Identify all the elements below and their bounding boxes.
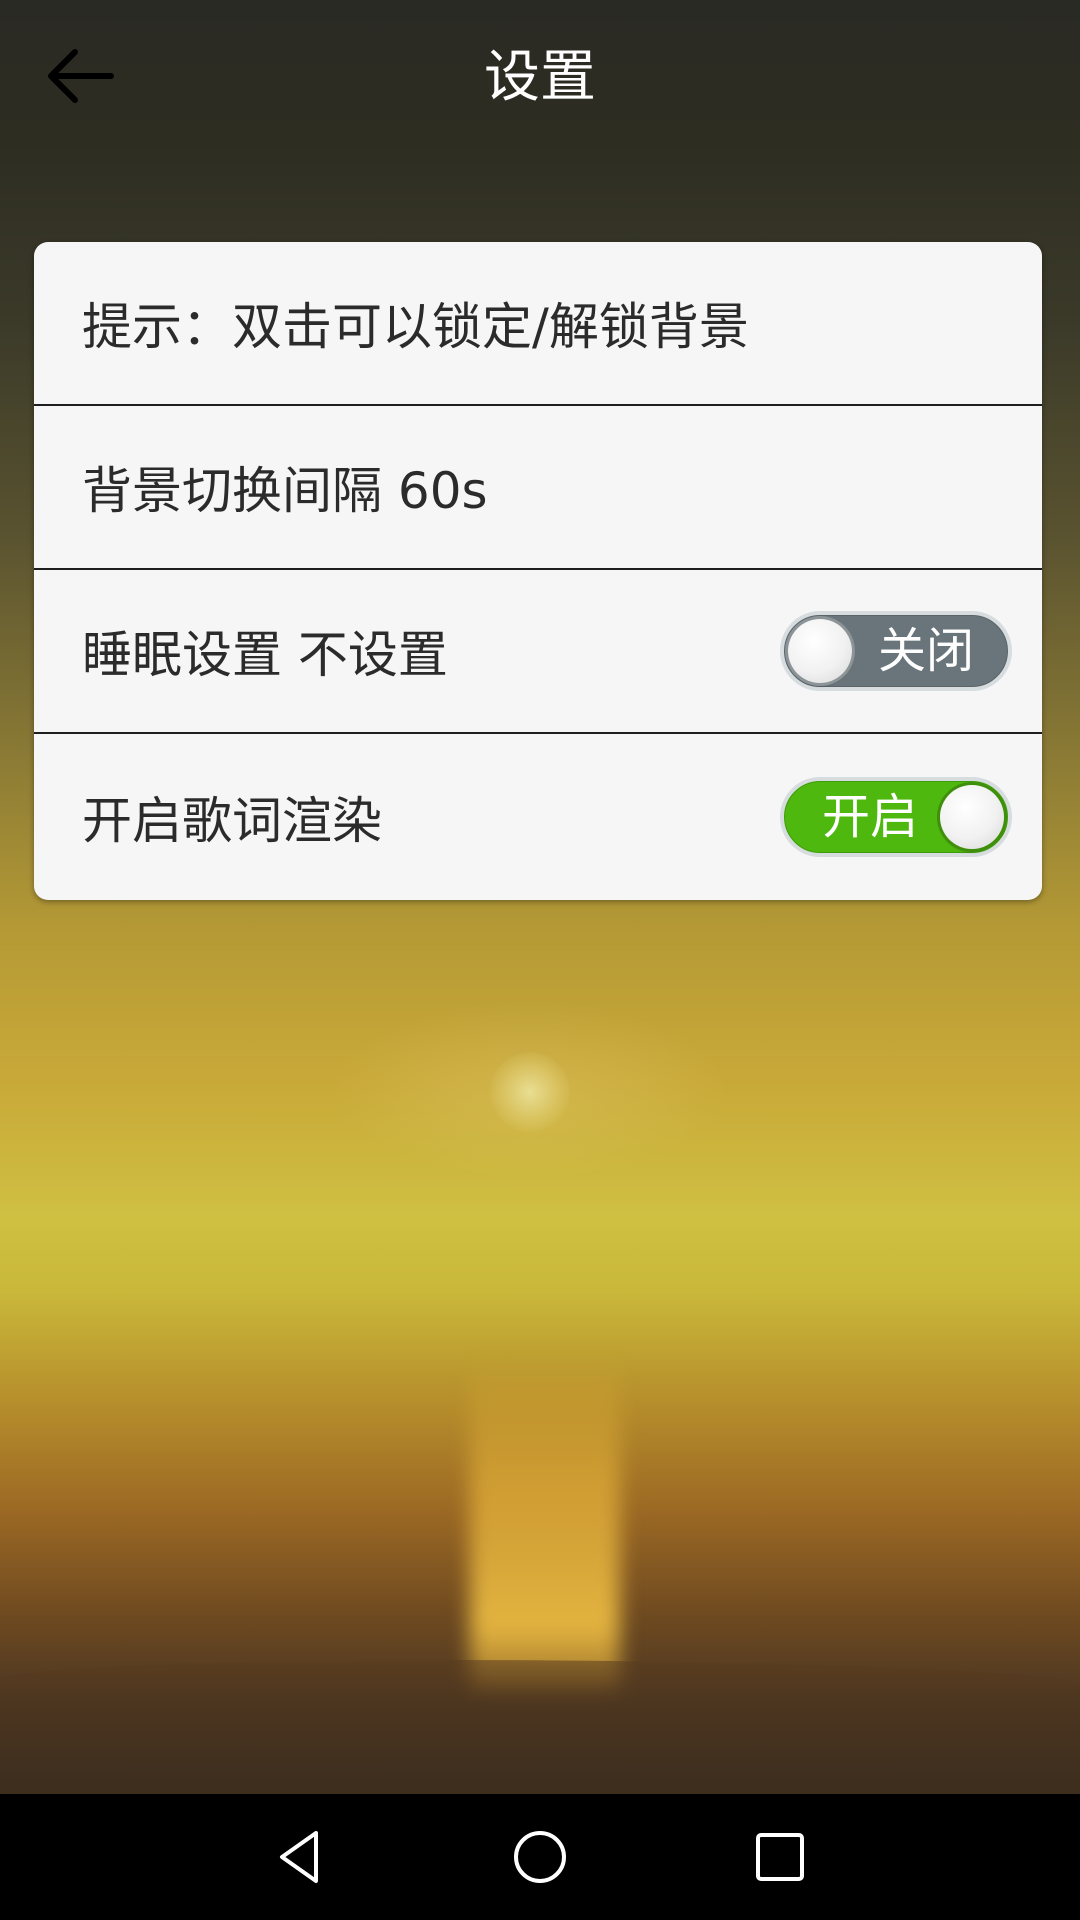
toggle-knob xyxy=(940,785,1004,849)
sea xyxy=(0,1660,1080,1794)
page-title: 设置 xyxy=(484,45,596,110)
sun-reflection xyxy=(470,1360,620,1690)
triangle-back-icon xyxy=(280,1831,318,1883)
app-header: 设置 xyxy=(0,0,1080,152)
sleep-toggle-text: 关闭 xyxy=(877,623,974,679)
lyrics-render-label: 开启歌词渲染 xyxy=(82,792,382,850)
nav-recents-button[interactable] xyxy=(745,1822,815,1892)
sleep-setting-row[interactable]: 睡眠设置 不设置 关闭 xyxy=(34,570,1042,734)
background-interval-label: 背景切换间隔 60s xyxy=(82,462,488,520)
system-navigation-bar xyxy=(0,1794,1080,1920)
hint-row: 提示：双击可以锁定/解锁背景 xyxy=(34,242,1042,406)
lyrics-toggle-text: 开启 xyxy=(822,789,919,845)
settings-card: 提示：双击可以锁定/解锁背景 背景切换间隔 60s 睡眠设置 不设置 关闭 开启… xyxy=(34,242,1042,900)
nav-back-button[interactable] xyxy=(265,1822,335,1892)
sun xyxy=(490,1052,570,1132)
lyrics-render-row[interactable]: 开启歌词渲染 开启 xyxy=(34,734,1042,900)
circle-home-icon xyxy=(514,1831,566,1883)
square-recents-icon xyxy=(756,1833,804,1881)
toggle-knob xyxy=(788,619,852,683)
sleep-toggle[interactable]: 关闭 xyxy=(780,611,1012,691)
background-interval-row[interactable]: 背景切换间隔 60s xyxy=(34,406,1042,570)
lyrics-toggle[interactable]: 开启 xyxy=(780,777,1012,857)
hint-text: 提示：双击可以锁定/解锁背景 xyxy=(82,298,749,356)
nav-home-button[interactable] xyxy=(505,1822,575,1892)
sleep-setting-label: 睡眠设置 不设置 xyxy=(82,626,448,684)
